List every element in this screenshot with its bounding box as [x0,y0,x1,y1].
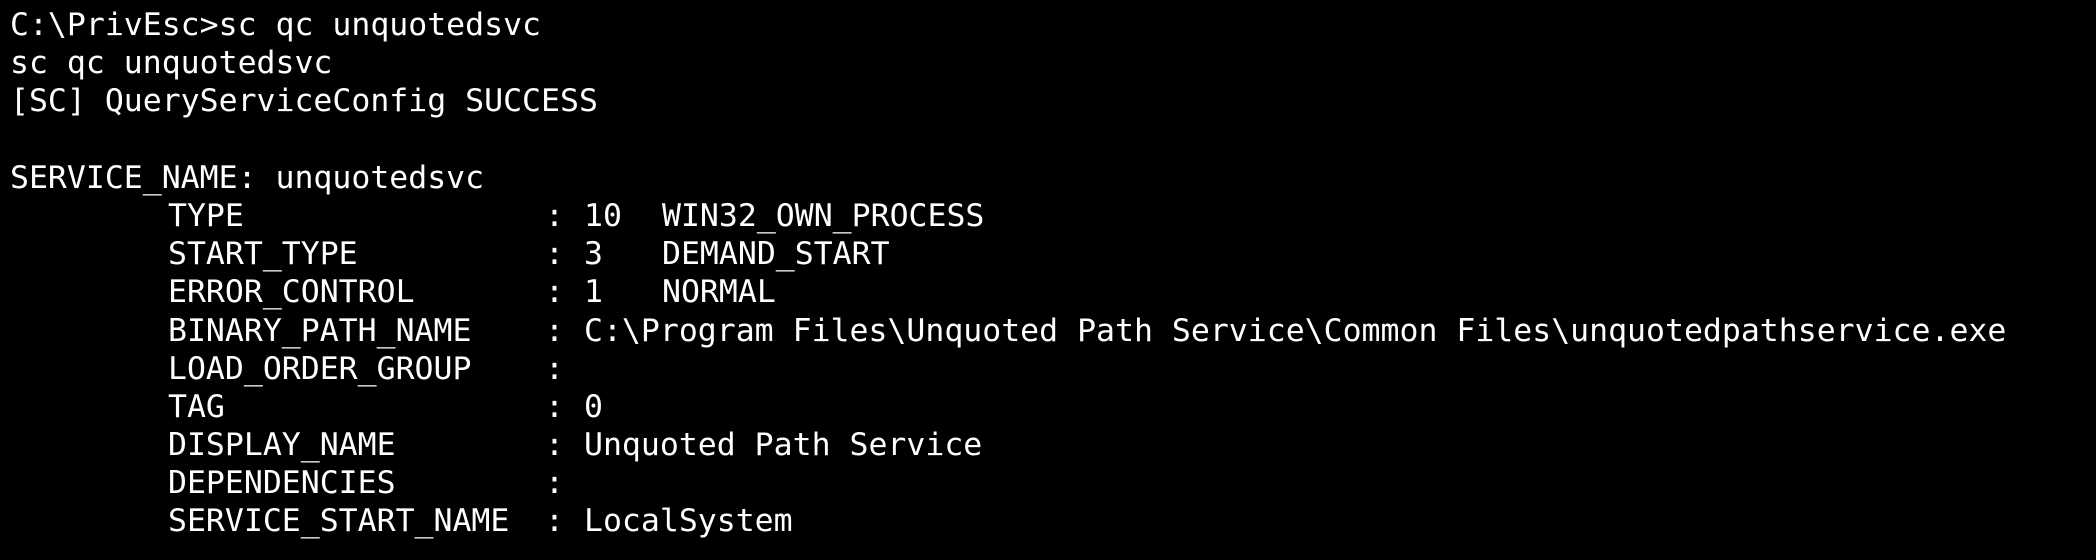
service-field-binary-path-name: BINARY_PATH_NAME : C:\Program Files\Unqu… [10,312,2096,350]
field-key: TAG [168,388,225,425]
field-value: LocalSystem [584,503,793,540]
service-field-dependencies: DEPENDENCIES : [10,464,2096,502]
field-indent [10,312,168,350]
field-key: BINARY_PATH_NAME [168,312,472,349]
field-separator: : [545,465,564,502]
field-separator: : [545,197,564,234]
field-code: 10 [584,197,622,234]
service-field-type: TYPE : 10 WIN32_OWN_PROCESS [10,197,2096,235]
terminal-window[interactable]: C:\PrivEsc>sc qc unquotedsvc sc qc unquo… [0,0,2096,560]
field-separator: : [545,350,564,387]
field-indent [10,502,168,540]
field-value: WIN32_OWN_PROCESS [662,197,985,234]
field-indent [10,426,168,464]
field-value: DEMAND_START [662,236,890,273]
field-indent [10,197,168,235]
service-field-tag: TAG : 0 [10,388,2096,426]
field-value: NORMAL [662,274,776,311]
field-separator: : [545,388,564,425]
field-indent [10,235,168,273]
service-field-service-start-name: SERVICE_START_NAME : LocalSystem [10,502,2096,540]
command-echo-line: sc qc unquotedsvc [10,45,333,82]
field-separator: : [545,427,564,464]
field-separator: : [545,503,564,540]
field-key: DISPLAY_NAME [168,427,396,464]
field-value: 0 [584,388,603,425]
command-prompt-line: C:\PrivEsc>sc qc unquotedsvc [10,7,542,43]
service-field-load-order-group: LOAD_ORDER_GROUP : [10,350,2096,388]
service-field-display-name: DISPLAY_NAME : Unquoted Path Service [10,426,2096,464]
field-value: C:\Program Files\Unquoted Path Service\C… [584,312,2007,349]
field-value: Unquoted Path Service [584,427,983,464]
field-key: LOAD_ORDER_GROUP [168,350,472,387]
query-status-line: [SC] QueryServiceConfig SUCCESS [10,83,598,120]
field-code: 3 [584,236,603,273]
field-separator: : [545,236,564,273]
field-key: START_TYPE [168,236,358,273]
field-separator: : [545,312,564,349]
field-indent [10,273,168,311]
service-field-start-type: START_TYPE : 3 DEMAND_START [10,235,2096,273]
service-field-error-control: ERROR_CONTROL : 1 NORMAL [10,273,2096,311]
field-key: ERROR_CONTROL [168,274,415,311]
field-key: SERVICE_START_NAME [168,503,510,540]
service-name-line: SERVICE_NAME: unquotedsvc [10,159,485,196]
field-indent [10,388,168,426]
field-key: DEPENDENCIES [168,465,396,502]
field-separator: : [545,274,564,311]
field-indent [10,464,168,502]
field-key: TYPE [168,197,244,234]
field-code: 1 [584,274,603,311]
field-indent [10,350,168,388]
